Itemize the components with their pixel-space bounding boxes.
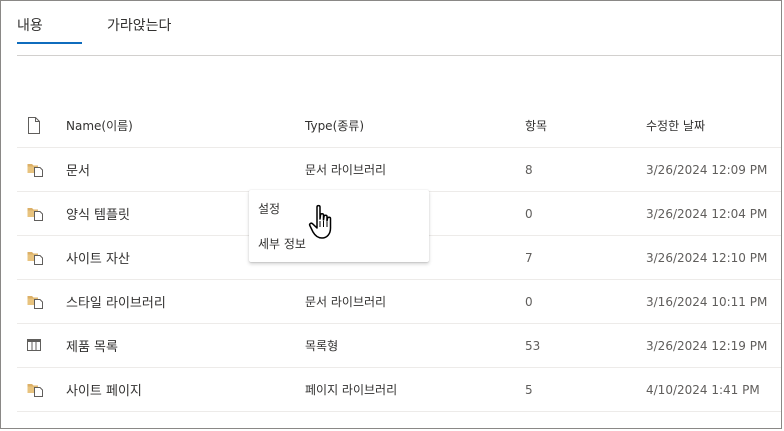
library-folder-icon	[27, 164, 43, 177]
row-name[interactable]: 제품 목록	[66, 324, 118, 367]
row-modified: 3/26/2024 12:10 PM	[646, 250, 768, 265]
items-column-header[interactable]: 항목	[525, 103, 547, 147]
name-column-header[interactable]: Name(이름)	[66, 103, 133, 147]
document-icon	[28, 116, 40, 134]
row-type: 문서 라이브러리	[305, 295, 387, 309]
tab-subsites[interactable]: 가라앉는다	[107, 15, 171, 45]
menu-item-details[interactable]: 세부 정보	[258, 235, 306, 252]
tab-bar: 내용 가라앉는다	[17, 15, 171, 45]
table-row[interactable]: 스타일 라이브러리 문서 라이브러리 0 3/16/2024 10:11 PM	[17, 280, 781, 324]
row-name[interactable]: 양식 템플릿	[66, 192, 130, 235]
row-modified: 3/16/2024 10:11 PM	[646, 294, 768, 309]
table-row[interactable]: 문서 문서 라이브러리 8 3/26/2024 12:09 PM	[17, 148, 781, 192]
row-name[interactable]: 문서	[66, 148, 90, 191]
row-items: 7	[525, 250, 533, 265]
row-items: 0	[525, 294, 533, 309]
tab-contents[interactable]: 내용	[17, 15, 82, 45]
row-type: 문서 라이브러리	[305, 163, 387, 177]
row-items: 8	[525, 162, 533, 177]
row-modified: 4/10/2024 1:41 PM	[646, 382, 760, 397]
table-row[interactable]: 사이트 페이지 페이지 라이브러리 5 4/10/2024 1:41 PM	[17, 368, 781, 412]
menu-item-settings[interactable]: 설정	[258, 200, 280, 217]
row-type: 목록형	[305, 339, 339, 353]
modified-column-header[interactable]: 수정한 날짜	[646, 103, 705, 147]
row-modified: 3/26/2024 12:04 PM	[646, 206, 768, 221]
row-name[interactable]: 스타일 라이브러리	[66, 280, 166, 323]
row-items: 5	[525, 382, 533, 397]
library-folder-icon	[27, 208, 43, 221]
file-type-column-header[interactable]	[27, 103, 45, 147]
row-modified: 3/26/2024 12:09 PM	[646, 162, 768, 177]
table-row[interactable]: 제품 목록 목록형 53 3/26/2024 12:19 PM	[17, 324, 781, 368]
list-table-icon	[27, 339, 41, 351]
library-folder-icon	[27, 252, 43, 265]
row-type: 페이지 라이브러리	[305, 383, 398, 397]
context-menu: 설정 세부 정보	[249, 190, 429, 262]
row-modified: 3/26/2024 12:19 PM	[646, 338, 768, 353]
content-panel: 내용 가라앉는다 Name(이름) Type(종류) 항목 수정한 날짜 문서 …	[0, 0, 782, 429]
hand-pointer-icon	[308, 204, 332, 239]
table-header: Name(이름) Type(종류) 항목 수정한 날짜	[17, 103, 781, 148]
row-items: 53	[525, 338, 541, 353]
row-items: 0	[525, 206, 533, 221]
row-name[interactable]: 사이트 자산	[66, 236, 130, 279]
library-folder-icon	[27, 384, 43, 397]
tabs-divider	[17, 55, 781, 56]
type-column-header[interactable]: Type(종류)	[305, 103, 364, 147]
row-name[interactable]: 사이트 페이지	[66, 368, 142, 411]
library-folder-icon	[27, 296, 43, 309]
